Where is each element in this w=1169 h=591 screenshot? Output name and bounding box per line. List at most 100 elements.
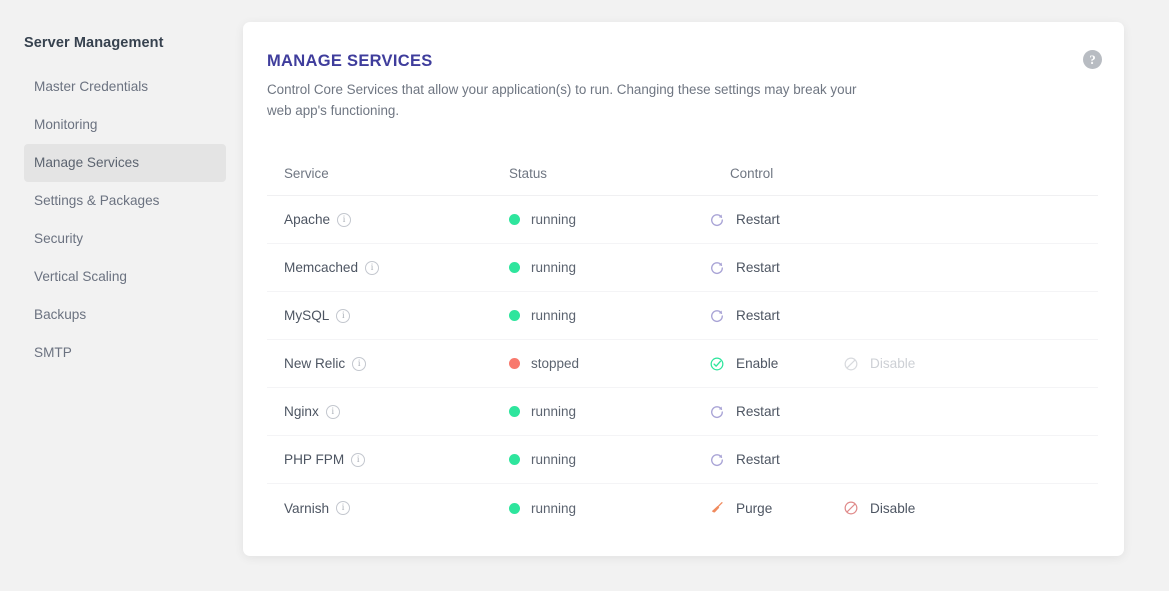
status-cell: running	[509, 212, 709, 227]
service-cell: Nginx	[267, 404, 509, 419]
control-cell: Restart	[709, 404, 1098, 420]
action-label: Restart	[736, 308, 780, 323]
control-cell: Restart	[709, 212, 1098, 228]
action-label: Restart	[736, 212, 780, 227]
purge-button[interactable]: Purge	[709, 500, 809, 516]
refresh-icon	[711, 213, 723, 226]
table-row: MySQL running Restart	[267, 292, 1098, 340]
sidebar-item-vertical-scaling[interactable]: Vertical Scaling	[24, 258, 226, 296]
service-name: MySQL	[284, 308, 330, 323]
restart-button[interactable]: Restart	[709, 260, 809, 276]
ban-circle-icon	[844, 501, 858, 515]
sidebar-item-manage-services[interactable]: Manage Services	[24, 144, 226, 182]
action-label: Restart	[736, 404, 780, 419]
sidebar-item-label: Backups	[34, 307, 87, 322]
info-icon[interactable]	[325, 404, 340, 419]
table-header-row: Service Status Control	[267, 152, 1098, 196]
control-cell: Restart	[709, 260, 1098, 276]
disable-button[interactable]: Disable	[843, 500, 915, 516]
control-cell: Restart	[709, 452, 1098, 468]
restart-button[interactable]: Restart	[709, 404, 809, 420]
control-cell: Enable Disable	[709, 356, 1098, 372]
sidebar-item-monitoring[interactable]: Monitoring	[24, 106, 226, 144]
status-label: running	[531, 260, 577, 275]
sidebar-item-label: Vertical Scaling	[34, 269, 127, 284]
status-dot-icon	[509, 214, 520, 225]
column-header-control: Control	[730, 166, 774, 181]
broom-icon	[711, 502, 723, 513]
info-icon[interactable]	[336, 308, 351, 323]
service-name: PHP FPM	[284, 452, 345, 467]
status-label: running	[531, 500, 577, 516]
help-circle-icon[interactable]: ?	[1083, 50, 1102, 69]
status-cell: running	[509, 452, 709, 467]
sidebar-item-backups[interactable]: Backups	[24, 296, 226, 334]
info-icon[interactable]	[351, 452, 366, 467]
sidebar-item-settings-packages[interactable]: Settings & Packages	[24, 182, 226, 220]
service-cell: Varnish	[267, 501, 509, 516]
status-dot-icon	[509, 502, 520, 514]
sidebar-item-label: Master Credentials	[34, 79, 149, 94]
service-cell: MySQL	[267, 308, 509, 323]
sidebar-item-label: Monitoring	[34, 117, 98, 132]
status-cell: running	[509, 260, 709, 275]
info-icon[interactable]	[337, 212, 352, 227]
sidebar-nav-list: Master Credentials Monitoring Manage Servi…	[0, 68, 243, 372]
table-row: Apache running Restart	[267, 196, 1098, 244]
service-name: New Relic	[284, 356, 346, 371]
sidebar-item-security[interactable]: Security	[24, 220, 226, 258]
action-label: Purge	[736, 500, 773, 516]
services-table: Service Status Control Apache running Rest…	[267, 152, 1098, 532]
sidebar-item-master-credentials[interactable]: Master Credentials	[24, 68, 226, 106]
service-cell: Memcached	[267, 260, 509, 275]
refresh-icon	[711, 309, 723, 322]
restart-button[interactable]: Restart	[709, 452, 809, 468]
status-label: stopped	[531, 356, 580, 371]
sidebar-item-label: Manage Services	[34, 155, 140, 170]
table-row: PHP FPM running Restart	[267, 436, 1098, 484]
status-cell: stopped	[509, 356, 709, 371]
sidebar: Server Management Master Credentials Moni…	[0, 0, 243, 591]
restart-button[interactable]: Restart	[709, 212, 809, 228]
service-name: Nginx	[284, 404, 319, 419]
status-cell: running	[509, 404, 709, 419]
refresh-icon	[711, 261, 723, 274]
action-label: Disable	[870, 500, 916, 516]
status-label: running	[531, 404, 577, 419]
action-label: Restart	[736, 452, 780, 467]
status-cell: running	[509, 308, 709, 323]
control-cell: Purge Disable	[709, 500, 1098, 516]
action-label: Enable	[736, 356, 779, 371]
info-icon[interactable]	[352, 356, 367, 371]
service-name: Varnish	[284, 500, 330, 516]
disable-button: Disable	[843, 356, 915, 372]
status-label: running	[531, 308, 577, 323]
enable-button[interactable]: Enable	[709, 356, 809, 372]
sidebar-title: Server Management	[24, 35, 164, 51]
status-label: running	[531, 212, 577, 227]
service-name: Apache	[284, 212, 331, 227]
info-icon[interactable]	[336, 501, 351, 515]
status-dot-icon	[509, 262, 520, 273]
sidebar-item-label: Settings & Packages	[34, 193, 160, 208]
info-icon[interactable]	[365, 260, 380, 275]
table-row: New Relic stopped Enable Disable	[267, 340, 1098, 388]
column-header-status: Status	[509, 166, 547, 181]
sidebar-item-label: SMTP	[34, 345, 72, 360]
sidebar-item-smtp[interactable]: SMTP	[24, 334, 226, 372]
action-label: Disable	[870, 356, 916, 371]
table-row: Varnish running Purge Disable	[267, 484, 1098, 532]
refresh-icon	[711, 405, 723, 418]
status-dot-icon	[509, 454, 520, 465]
service-name: Memcached	[284, 260, 359, 275]
page-description: Control Core Services that allow your ap…	[267, 82, 857, 118]
column-header-service: Service	[284, 166, 329, 181]
status-dot-icon	[509, 406, 520, 417]
manage-services-card: ? MANAGE SERVICES Control Core Services …	[243, 22, 1124, 556]
service-cell: Apache	[267, 212, 509, 227]
table-row: Nginx running Restart	[267, 388, 1098, 436]
restart-button[interactable]: Restart	[709, 308, 809, 324]
status-dot-icon	[509, 310, 520, 321]
status-cell: running	[509, 501, 709, 516]
check-circle-icon	[710, 357, 724, 370]
